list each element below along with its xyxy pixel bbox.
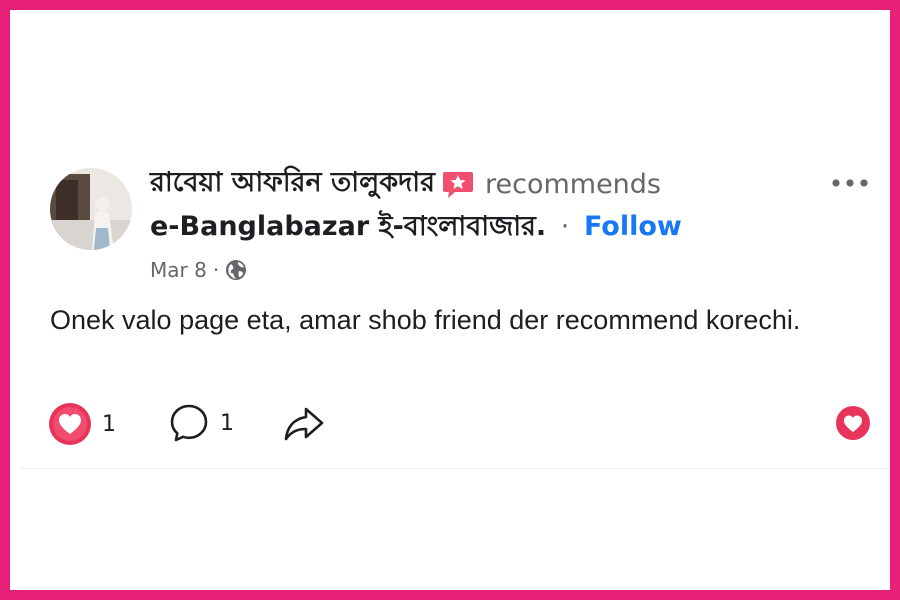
post-date[interactable]: Mar 8 <box>150 258 207 282</box>
share-button[interactable] <box>282 404 326 444</box>
author-avatar[interactable] <box>50 168 132 250</box>
page-line: e-Banglabazar ই-বাংলাবাজার. · Follow <box>150 206 682 251</box>
comment-bubble-icon <box>170 404 208 442</box>
heart-icon <box>836 406 870 440</box>
post-header-line: রাবেয়া আফরিন তালুকদার recommends <box>150 162 661 207</box>
like-button[interactable]: 1 <box>48 402 116 446</box>
side-heart-button[interactable] <box>835 405 871 445</box>
pink-frame: রাবেয়া আফরিন তালুকদার recommends e-Bang… <box>0 0 900 600</box>
recommendation-post: রাবেয়া আফরিন তালুকদার recommends e-Bang… <box>20 150 890 469</box>
follow-button[interactable]: Follow <box>584 211 682 242</box>
page-name-link[interactable]: e-Banglabazar ই-বাংলাবাজার. <box>150 211 546 242</box>
meta-separator: · <box>212 258 220 282</box>
star-badge-icon <box>441 170 475 200</box>
post-body-text: Onek valo page eta, amar shob friend der… <box>50 305 801 335</box>
heart-icon <box>49 403 91 445</box>
like-count: 1 <box>102 411 116 437</box>
author-name[interactable]: রাবেয়া আফরিন তালুকদার <box>150 162 435 207</box>
recommends-label: recommends <box>484 169 661 200</box>
share-arrow-icon <box>284 407 324 441</box>
comment-button[interactable]: 1 <box>168 402 234 444</box>
avatar-image <box>50 168 132 250</box>
separator-dot: · <box>560 211 570 242</box>
comment-count: 1 <box>220 410 234 436</box>
post-meta: Mar 8 · <box>150 258 247 282</box>
more-options-icon[interactable] <box>828 168 872 198</box>
globe-icon <box>225 259 247 281</box>
